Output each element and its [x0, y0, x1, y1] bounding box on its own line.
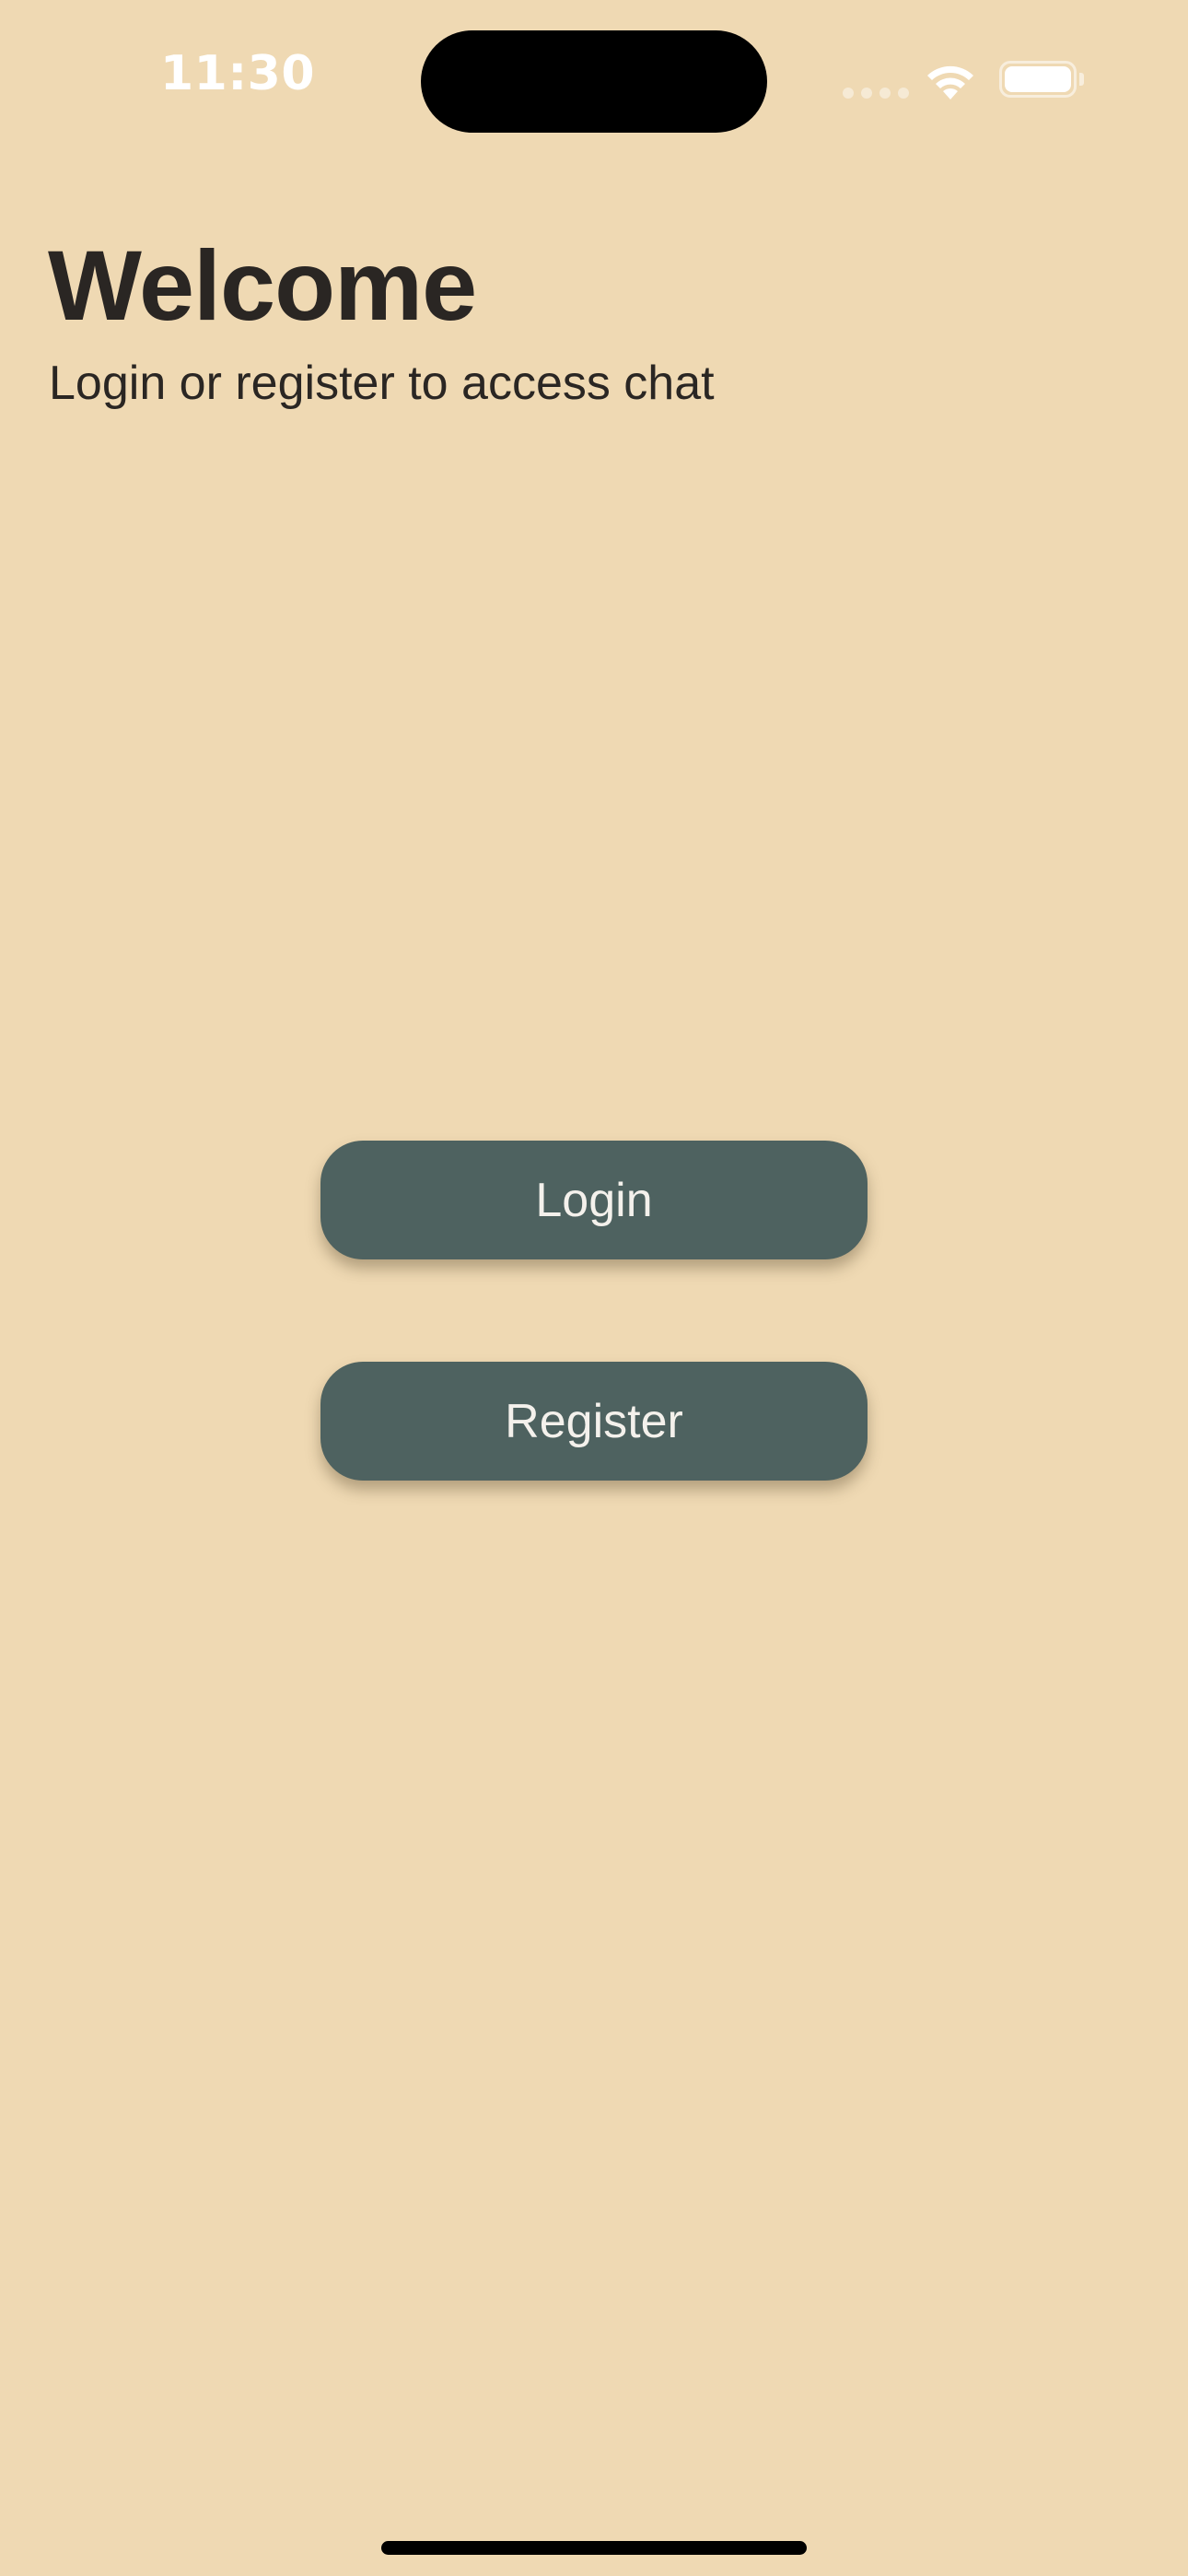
page-title: Welcome [48, 229, 477, 341]
status-time: 11:30 [160, 46, 316, 101]
login-button[interactable]: Login [320, 1141, 868, 1259]
welcome-screen: 11:30 Welcome Login or register to acces… [0, 0, 1188, 2576]
register-button[interactable]: Register [320, 1362, 868, 1481]
signal-dots-icon [843, 88, 909, 99]
home-indicator[interactable] [381, 2541, 807, 2555]
page-subtitle: Login or register to access chat [49, 357, 715, 410]
wifi-icon [927, 65, 973, 100]
dynamic-island [421, 30, 767, 133]
battery-icon [999, 61, 1084, 98]
